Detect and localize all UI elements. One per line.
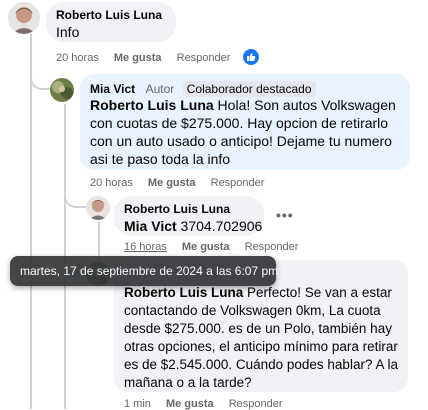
mention-link[interactable]: Mia Vict: [124, 218, 177, 234]
comment-author[interactable]: Roberto Luis Luna: [56, 8, 162, 22]
reply-button[interactable]: Responder: [229, 398, 283, 410]
comment-bubble: Roberto Luis Luna Info: [46, 2, 176, 42]
reply-button[interactable]: Responder: [245, 241, 299, 253]
comment-time[interactable]: 16 horas: [124, 241, 167, 253]
comment-time[interactable]: 20 horas: [56, 52, 99, 64]
comment-body: 3704.702906: [176, 218, 263, 234]
thumbs-up-icon[interactable]: [243, 49, 259, 65]
avatar[interactable]: [8, 2, 40, 34]
timestamp-tooltip: martes, 17 de septiembre de 2024 a las 6…: [10, 256, 279, 286]
comment-author[interactable]: Roberto Luis Luna: [124, 202, 230, 216]
comment-actions: 1 min Me gusta Responder: [124, 398, 295, 410]
comment-time[interactable]: 1 min: [124, 398, 151, 410]
reply-button[interactable]: Responder: [177, 52, 231, 64]
comment-text: Mia Vict 3704.702906: [124, 217, 262, 235]
like-button[interactable]: Me gusta: [166, 398, 214, 410]
thread-connector-1: [30, 70, 52, 90]
more-options-icon[interactable]: •••: [276, 207, 294, 223]
comment-time[interactable]: 20 horas: [90, 177, 133, 189]
comment-actions: 20 horas Me gusta Responder: [56, 52, 242, 64]
collaborator-badge: Colaborador destacado: [182, 81, 316, 97]
author-badge: Autor: [145, 82, 175, 96]
comment-text: Roberto Luis Luna Perfecto! Se van a est…: [124, 284, 402, 392]
like-button[interactable]: Me gusta: [114, 52, 162, 64]
avatar[interactable]: [86, 196, 110, 220]
thread-line-main: [30, 34, 32, 409]
tooltip-text: martes, 17 de septiembre de 2024 a las 6…: [20, 264, 279, 278]
thread-line-nested: [98, 222, 100, 260]
thread-connector-2: [64, 188, 86, 208]
reply-button[interactable]: Responder: [211, 177, 265, 189]
like-button[interactable]: Me gusta: [182, 241, 230, 253]
comment-text: Roberto Luis Luna Hola! Son autos Volksw…: [90, 96, 405, 168]
comment-bubble: Mia Vict Autor Colaborador destacado Rob…: [80, 74, 410, 170]
like-button[interactable]: Me gusta: [148, 177, 196, 189]
comment-actions: 20 horas Me gusta Responder: [90, 177, 276, 189]
mention-link[interactable]: Roberto Luis Luna: [90, 97, 214, 113]
avatar[interactable]: [50, 78, 74, 102]
mention-link[interactable]: Roberto Luis Luna: [124, 285, 243, 300]
comment-actions: 16 horas Me gusta Responder: [124, 241, 310, 253]
comment-body: Perfecto! Se van a estar contactando de …: [124, 285, 398, 390]
comment-author[interactable]: Mia Vict: [90, 82, 135, 96]
comment-text: Info: [56, 24, 80, 40]
comment-bubble: Roberto Luis Luna Mia Vict 3704.702906: [114, 196, 264, 236]
